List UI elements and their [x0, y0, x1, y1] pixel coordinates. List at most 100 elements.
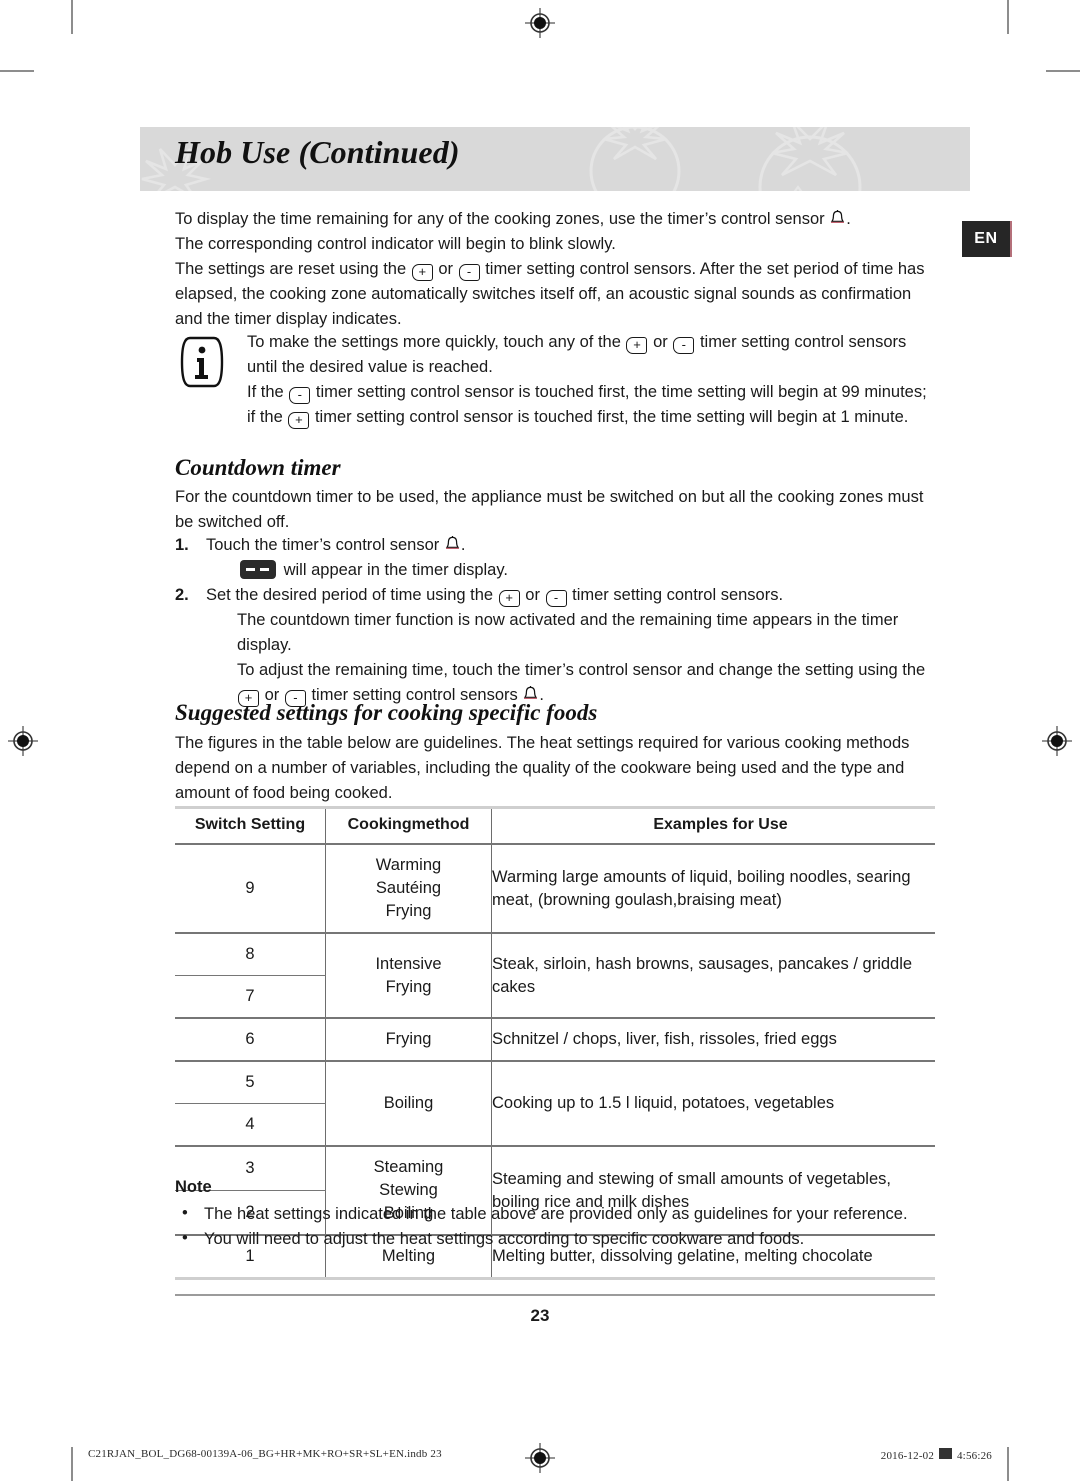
slug-time: 4:56:26: [956, 1450, 992, 1462]
intro-paragraph-1: To display the time remaining for any of…: [175, 207, 940, 332]
suggested-settings-heading: Suggested settings for cooking specific …: [175, 700, 598, 725]
timer-display-dashes-icon: [240, 560, 276, 579]
step-2-sub2-a: To adjust the remaining time, touch the …: [237, 661, 926, 679]
countdown-steps: 1. Touch the timer’s control sensor . wi…: [175, 533, 935, 708]
cell-setting: 8: [175, 932, 326, 976]
page-title: Hob Use (Continued): [175, 134, 460, 170]
countdown-intro-text: For the countdown timer to be used, the …: [175, 488, 924, 531]
crop-mark-top-right-v: [1007, 0, 1009, 34]
step-1-sub-label: will appear in the timer display.: [283, 561, 508, 579]
info-note-text: To make the settings more quickly, touch…: [247, 330, 935, 430]
suggested-settings-intro: The figures in the table below are guide…: [175, 731, 940, 806]
bell-icon: [831, 210, 845, 223]
info-line1-or: or: [653, 333, 668, 351]
document-page: Hob Use (Continued) EN To display the ti…: [0, 0, 1080, 1481]
registration-target-icon-left: [8, 726, 38, 756]
cell-example: Steak, sirloin, hash browns, sausages, p…: [491, 932, 935, 1018]
cell-setting: 6: [175, 1017, 326, 1061]
intro-paragraph-2: The corresponding control indicator will…: [175, 235, 616, 253]
col-examples-for-use: Examples for Use: [491, 806, 935, 845]
method-line: Intensive: [375, 954, 442, 973]
step-2-text-b: timer setting control sensors.: [572, 586, 784, 604]
info-note-line-2: If the - timer setting control sensor is…: [247, 380, 935, 430]
slug-glyph-icon: [939, 1448, 953, 1459]
information-icon: [180, 336, 224, 388]
intro-p1-text-a: To display the time remaining for any of…: [175, 210, 825, 228]
step-2-text-a: Set the desired period of time using the: [206, 586, 494, 604]
method-line: Frying: [385, 902, 432, 920]
intro-paragraph-3: The settings are reset using the + or - …: [175, 257, 940, 332]
cell-method: Boiling: [325, 1060, 492, 1146]
step-2-or: or: [525, 586, 540, 604]
bullet-icon: •: [182, 1204, 188, 1222]
step-1-text-a: Touch the timer’s control sensor: [206, 536, 440, 554]
minus-sensor-icon: -: [673, 337, 695, 354]
crop-mark-top-left-v: [71, 0, 73, 34]
registration-target-icon-right: [1042, 726, 1072, 756]
print-slug-filename: C21RJAN_BOL_DG68-00139A-06_BG+HR+MK+RO+S…: [88, 1448, 442, 1460]
cell-setting: 7: [245, 987, 255, 1005]
table-row: 9 Warming Sautéing Frying Warming large …: [175, 844, 935, 933]
cell-setting: 9: [245, 879, 255, 897]
note-item-text: The heat settings indicated in the table…: [204, 1205, 908, 1223]
step-2-subtext-1: The countdown timer function is now acti…: [237, 611, 899, 654]
cell-method: Intensive Frying: [325, 932, 492, 1018]
tomato-watermark: [758, 127, 862, 191]
page-number-rule: [175, 1294, 935, 1296]
method-line: Frying: [385, 977, 432, 996]
note-item-text: You will need to adjust the heat setting…: [204, 1230, 805, 1248]
tomato-watermark: [589, 127, 681, 191]
table-header-row: Switch Setting Cookingmethod Examples fo…: [175, 806, 935, 845]
plus-sensor-icon: +: [288, 412, 310, 429]
table-row: 8 Intensive Frying Steak, sirloin, hash …: [175, 932, 935, 1018]
info-note-block: To make the settings more quickly, touch…: [175, 330, 935, 430]
step-2-number: 2.: [175, 586, 189, 604]
method-line: Warming: [375, 856, 442, 874]
cell-example: Warming large amounts of liquid, boiling…: [491, 844, 935, 933]
cell-method: Frying: [325, 1017, 492, 1061]
col-switch-setting: Switch Setting: [175, 806, 326, 845]
countdown-intro: For the countdown timer to be used, the …: [175, 485, 935, 535]
step-1-subtext: will appear in the timer display.: [206, 558, 935, 583]
minus-sensor-icon: -: [289, 387, 311, 404]
crop-mark-bottom-left-v: [71, 1447, 73, 1481]
note-item: • You will need to adjust the heat setti…: [175, 1227, 935, 1252]
cell-method: Warming Sautéing Frying: [325, 844, 492, 933]
countdown-step-2: 2. Set the desired period of time using …: [175, 583, 935, 708]
minus-sensor-icon: -: [458, 264, 480, 281]
col-cooking-method: Cookingmethod: [325, 806, 492, 845]
countdown-step-1: 1. Touch the timer’s control sensor . wi…: [175, 533, 935, 583]
countdown-timer-heading: Countdown timer: [175, 455, 341, 480]
minus-sensor-icon: -: [545, 590, 567, 607]
info-line2-a: If the: [247, 383, 284, 401]
table-row: 5 Boiling Cooking up to 1.5 l liquid, po…: [175, 1060, 935, 1146]
crop-mark-top-right-h: [1046, 70, 1080, 72]
intro-p1-text-b: .: [846, 210, 851, 228]
slug-date: 2016-12-02: [880, 1450, 935, 1462]
page-number: 23: [530, 1306, 550, 1325]
info-line1-a: To make the settings more quickly, touch…: [247, 333, 621, 351]
info-note-line-1: To make the settings more quickly, touch…: [247, 330, 935, 380]
print-slug-timestamp: 2016-12-02 4:56:26: [881, 1448, 992, 1462]
registration-target-icon-top: [525, 8, 555, 38]
plus-sensor-icon: +: [498, 590, 520, 607]
crop-mark-bottom-right-v: [1007, 1447, 1009, 1481]
cell-example: Schnitzel / chops, liver, fish, rissoles…: [491, 1017, 935, 1061]
cell-setting: 5: [175, 1060, 326, 1104]
intro-p3-or: or: [438, 260, 453, 278]
plus-sensor-icon: +: [411, 264, 433, 281]
method-line: Sautéing: [375, 879, 442, 897]
table-row: 6 Frying Schnitzel / chops, liver, fish,…: [175, 1017, 935, 1061]
step-1-number: 1.: [175, 536, 189, 554]
crop-mark-top-left-h: [0, 70, 34, 72]
language-tab-label: EN: [974, 230, 998, 247]
note-item: • The heat settings indicated in the tab…: [175, 1202, 935, 1227]
language-tab-en: EN: [962, 221, 1012, 257]
intro-p3-text-a: The settings are reset using the: [175, 260, 407, 278]
registration-target-icon-bottom: [525, 1443, 555, 1473]
bell-icon: [445, 536, 460, 549]
step-1-text-b: .: [460, 536, 466, 554]
cell-setting: 4: [245, 1115, 255, 1133]
suggested-intro-text: The figures in the table below are guide…: [175, 734, 910, 802]
note-title: Note: [175, 1178, 212, 1196]
